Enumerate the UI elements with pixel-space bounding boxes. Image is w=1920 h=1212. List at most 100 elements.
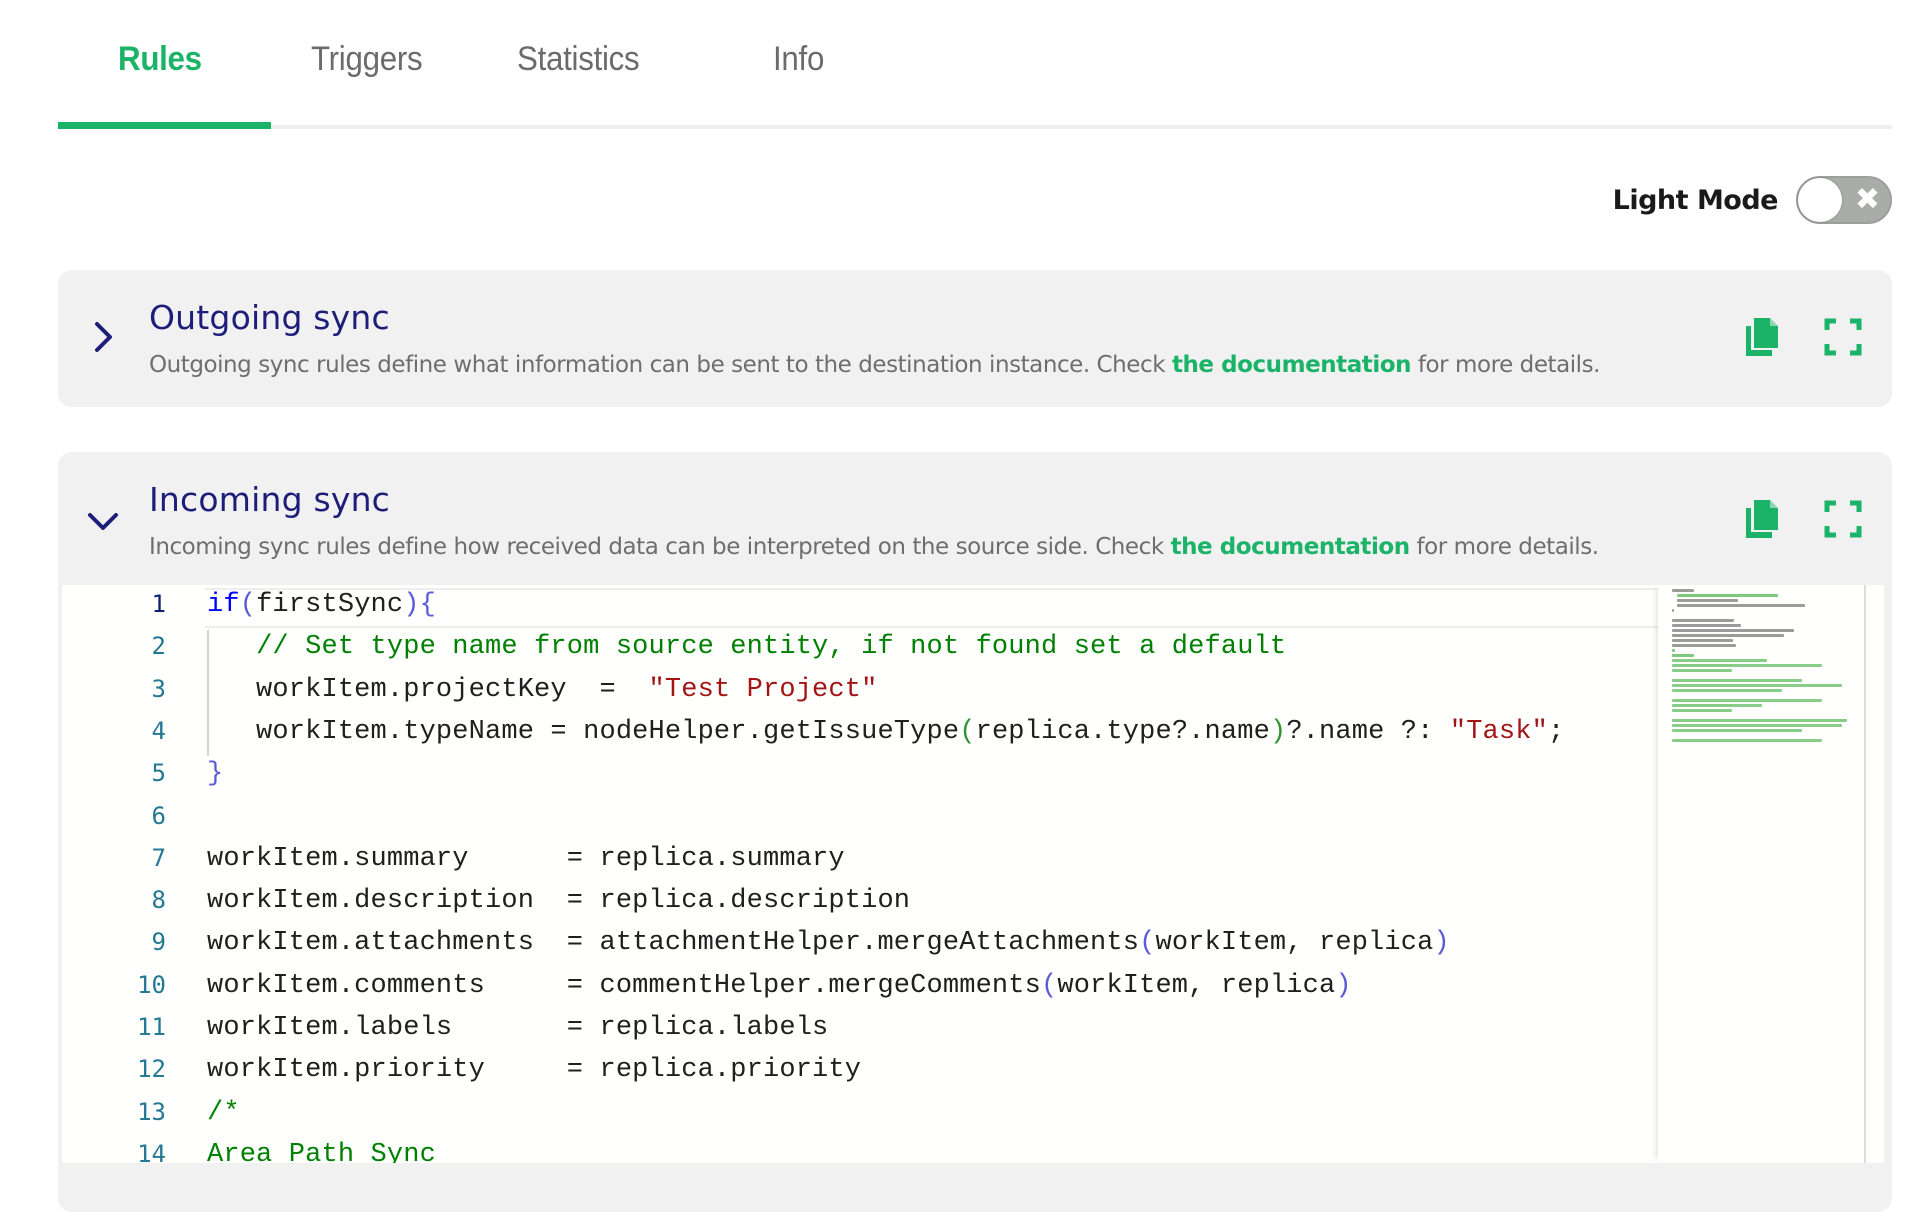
code-editor[interactable]: 1 2 3 4 5 6 7 8 9 10 11 12 13 14 if(firstSync){ // Se… <box>62 585 1884 1163</box>
code-token: workItem, replica <box>1155 928 1434 959</box>
description-text-end: for more details. <box>1409 534 1600 560</box>
copy-icon[interactable] <box>1741 315 1785 359</box>
code-token: ( <box>239 590 257 620</box>
code-token: ) <box>1433 928 1450 959</box>
code-line: workItem.comments = commentHelper.mergeC… <box>207 971 1352 1001</box>
code-line: /* <box>207 1098 240 1128</box>
minimap-line <box>1672 664 1822 667</box>
code-line: workItem.typeName = nodeHelper.getIssueT… <box>207 717 1564 747</box>
tab-statistics[interactable]: Statistics <box>517 40 640 79</box>
code-token: ) <box>1335 970 1352 1001</box>
copy-icon[interactable] <box>1741 497 1785 541</box>
line-number: 10 <box>137 970 166 999</box>
fullscreen-icon[interactable] <box>1821 315 1865 359</box>
minimap-line <box>1672 659 1767 662</box>
code-line: workItem.labels = replica.labels <box>207 1013 828 1043</box>
minimap-line <box>1672 684 1842 687</box>
code-token: workItem.attachments = attachmentHelper.… <box>207 928 1140 959</box>
incoming-sync-description: Incoming sync rules define how received … <box>149 534 1599 560</box>
line-number: 3 <box>151 674 166 703</box>
minimap-line <box>1672 669 1732 672</box>
code-line: workItem.description = replica.descripti… <box>207 886 910 916</box>
line-number: 8 <box>151 886 166 915</box>
chevron-right-icon[interactable] <box>86 320 120 354</box>
line-number: 12 <box>137 1055 166 1084</box>
line-number: 11 <box>137 1013 166 1041</box>
line-number: 13 <box>137 1097 166 1126</box>
line-number: 6 <box>151 801 166 830</box>
code-token: ; <box>1547 716 1565 747</box>
minimap-line <box>1672 704 1762 707</box>
code-comment: /* <box>207 1097 240 1128</box>
code-line: workItem.priority = replica.priority <box>207 1055 861 1085</box>
code-token: firstSync <box>256 590 404 620</box>
code-token: replica.type?.name <box>975 716 1270 747</box>
line-number: 4 <box>151 716 166 745</box>
code-line: workItem.attachments = attachmentHelper.… <box>207 928 1450 958</box>
fullscreen-icon[interactable] <box>1821 497 1865 541</box>
documentation-link[interactable]: the documentation <box>1172 352 1412 378</box>
tab-info[interactable]: Info <box>773 40 824 79</box>
minimap-line <box>1672 719 1847 722</box>
minimap-line <box>1676 604 1805 607</box>
code-token: ( <box>1040 970 1058 1001</box>
light-mode-label: Light Mode <box>1612 184 1779 216</box>
line-number: 5 <box>151 759 166 788</box>
code-token: workItem.summary = replica.summary <box>207 843 845 874</box>
minimap-line <box>1672 654 1695 657</box>
light-mode-toggle[interactable]: ✖ <box>1796 176 1892 224</box>
minimap-line <box>1672 729 1802 732</box>
outgoing-sync-title: Outgoing sync <box>149 298 390 337</box>
code-line: workItem.summary = replica.summary <box>207 844 845 874</box>
minimap-line <box>1676 599 1738 602</box>
minimap[interactable] <box>1658 585 1864 1163</box>
toggle-knob <box>1798 178 1842 222</box>
minimap-line <box>1672 644 1736 647</box>
code-line: workItem.projectKey = "Test Project" <box>207 675 877 705</box>
vertical-scrollbar[interactable] <box>1864 585 1884 1163</box>
incoming-sync-title: Incoming sync <box>149 480 391 519</box>
minimap-line <box>1672 649 1676 652</box>
code-area[interactable]: if(firstSync){ // Set type name from sou… <box>205 585 1713 1163</box>
code-token: ) <box>1269 716 1287 747</box>
tab-bar-divider <box>58 125 1892 129</box>
code-token: } <box>207 759 224 790</box>
code-token: ?.name ?: <box>1286 716 1450 747</box>
minimap-line <box>1672 624 1741 627</box>
code-line: } <box>207 759 223 789</box>
chevron-down-icon[interactable] <box>86 504 120 538</box>
documentation-link[interactable]: the documentation <box>1171 534 1411 560</box>
code-string: "Test Project" <box>648 674 878 705</box>
minimap-line <box>1672 679 1802 682</box>
minimap-line <box>1672 724 1842 727</box>
tab-triggers[interactable]: Triggers <box>311 40 423 79</box>
minimap-line <box>1672 689 1782 692</box>
light-mode-control: Light Mode ✖ <box>1613 174 1892 226</box>
minimap-line <box>1672 709 1732 712</box>
minimap-line <box>1672 589 1695 592</box>
tab-bar: Rules Triggers Statistics Info <box>58 0 1892 130</box>
minimap-line <box>1672 634 1784 637</box>
minimap-line <box>1676 594 1778 597</box>
minimap-line <box>1672 699 1822 702</box>
code-line: // Set type name from source entity, if … <box>207 632 1286 662</box>
code-token: ( <box>1139 928 1156 959</box>
minimap-line <box>1672 639 1733 642</box>
line-number: 7 <box>151 843 166 872</box>
code-string: "Task" <box>1449 716 1548 747</box>
minimap-line <box>1672 739 1822 742</box>
tab-rules[interactable]: Rules <box>118 40 202 79</box>
outgoing-sync-section: Outgoing sync Outgoing sync rules define… <box>58 270 1892 407</box>
close-icon: ✖ <box>1854 182 1880 217</box>
code-token: workItem.projectKey = <box>207 674 649 705</box>
description-text: Incoming sync rules define how received … <box>149 534 1171 560</box>
code-token: ){ <box>403 590 436 620</box>
code-token: workItem.comments = commentHelper.mergeC… <box>207 970 1041 1001</box>
outgoing-sync-description: Outgoing sync rules define what informat… <box>149 352 1600 378</box>
minimap-line <box>1672 609 1674 612</box>
minimap-line <box>1672 629 1794 632</box>
code-comment: Area Path Sync <box>207 1139 436 1163</box>
code-line: Area Path Sync <box>207 1140 436 1163</box>
description-text-end: for more details. <box>1411 352 1601 378</box>
code-comment: // Set type name from source entity, if … <box>256 632 1287 663</box>
